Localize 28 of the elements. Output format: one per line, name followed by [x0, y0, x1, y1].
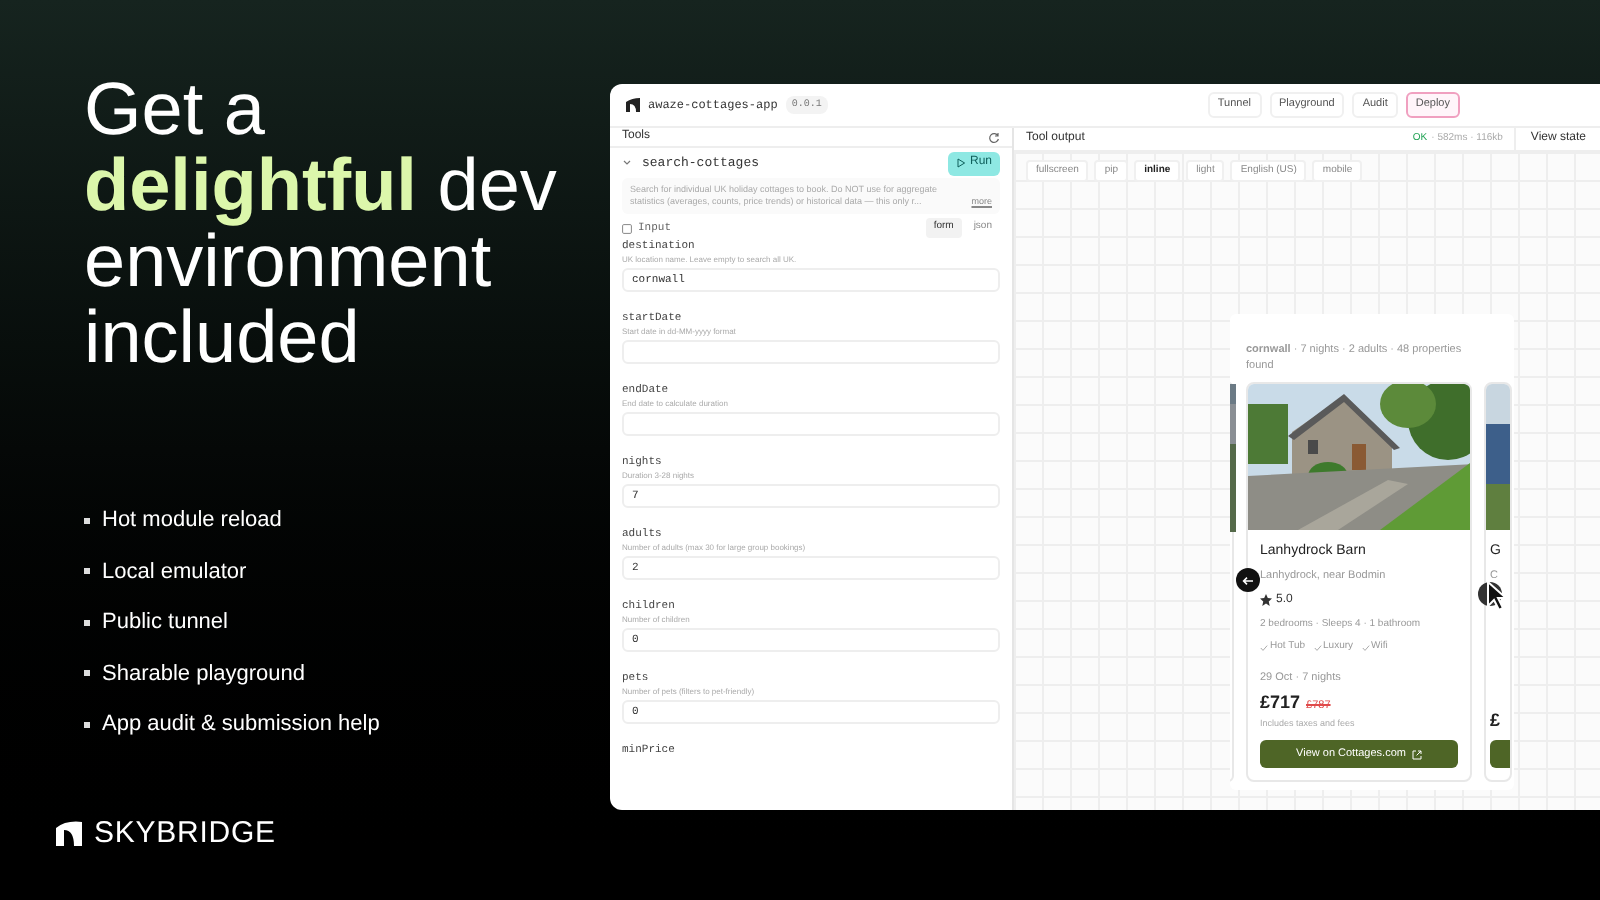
brand-name: SKYBRIDGE [94, 813, 276, 853]
price-text: £717 [1260, 689, 1301, 716]
feature-item: Hot module reload [102, 506, 282, 536]
check-icon [1260, 644, 1268, 652]
chevron-icon[interactable] [622, 158, 632, 168]
check-icon [1313, 644, 1322, 652]
play-icon [955, 158, 966, 168]
feature-item: Local emulator [102, 557, 247, 587]
app-logo-icon [626, 98, 640, 112]
star-icon [1260, 594, 1272, 607]
refresh-icon[interactable] [988, 131, 1000, 143]
arrow-left-icon [1242, 575, 1254, 585]
bullet-icon [84, 568, 90, 575]
bullet-icon [84, 619, 90, 626]
feature-item: Sharable playground [102, 659, 306, 689]
view-listing-button[interactable] [1490, 740, 1510, 768]
logo-icon [56, 820, 82, 847]
previous-button[interactable] [1236, 568, 1260, 592]
bullet-icon [84, 517, 90, 524]
feature-item: App audit & submission help [102, 710, 380, 740]
feature-item: Public tunnel [102, 608, 228, 638]
input-icon [622, 223, 632, 233]
price-text: £ [1490, 707, 1503, 734]
headline: Get a delightful dev environment included [84, 72, 559, 376]
external-link-icon [1411, 749, 1422, 759]
bullet-icon [84, 670, 90, 677]
check-icon [1361, 644, 1370, 652]
bullet-icon [84, 721, 90, 728]
